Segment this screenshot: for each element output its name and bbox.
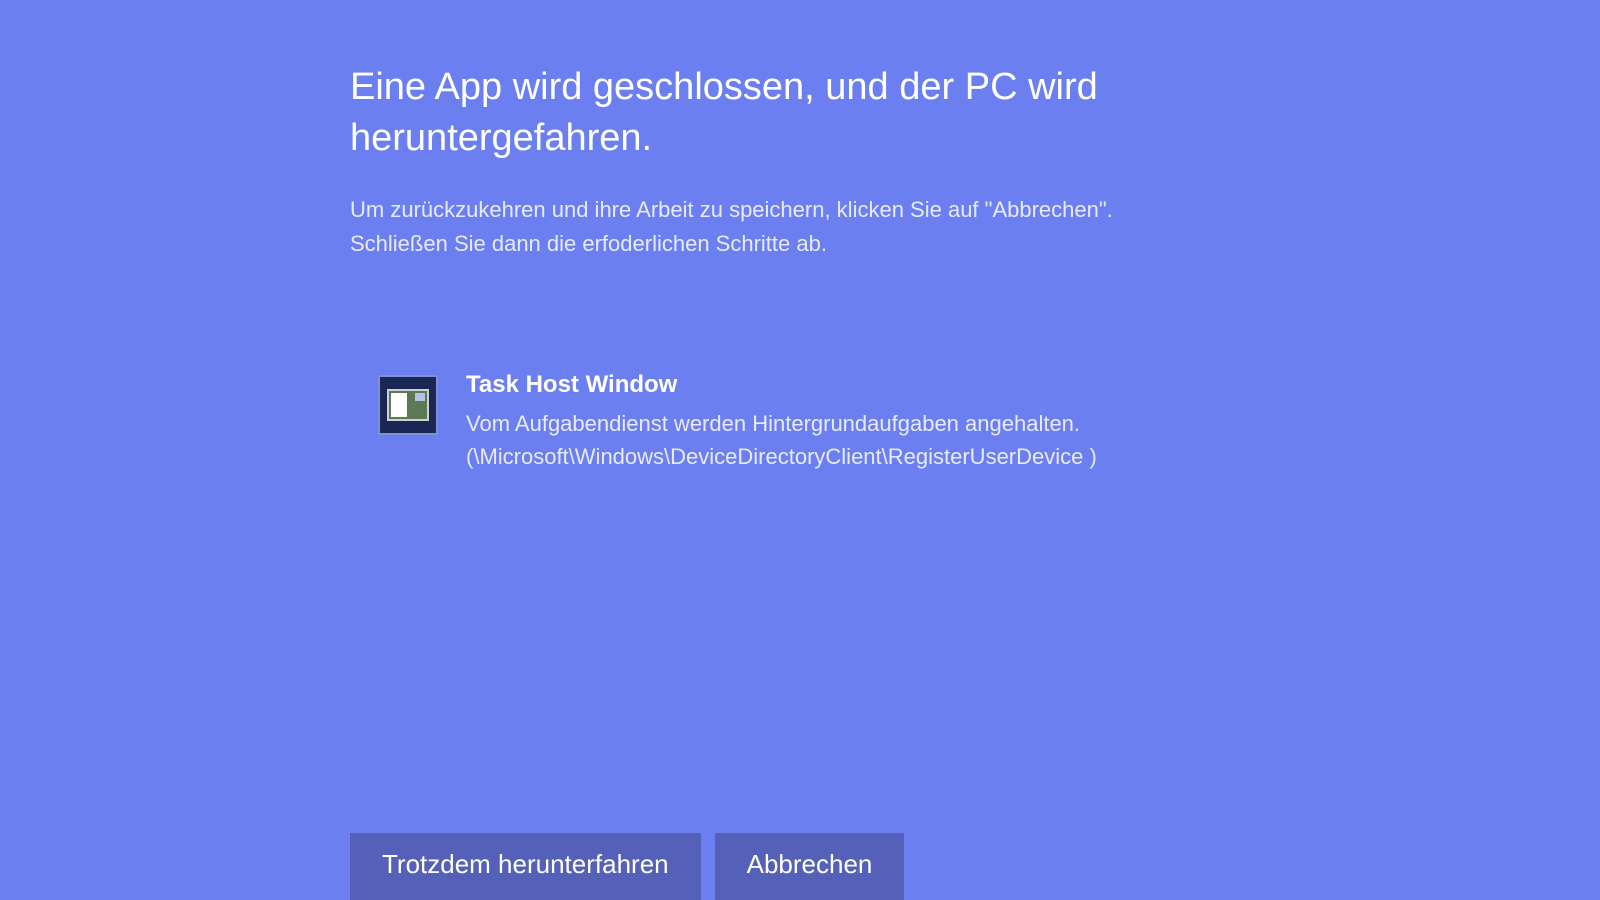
app-description: Vom Aufgabendienst werden Hintergrundauf…	[466, 407, 1500, 440]
cancel-button[interactable]: Abbrechen	[715, 833, 905, 900]
shutdown-dialog: Eine App wird geschlossen, und der PC wi…	[0, 0, 1600, 473]
blocking-apps-list: Task Host Window Vom Aufgabendienst werd…	[350, 371, 1500, 473]
app-name: Task Host Window	[466, 371, 1500, 399]
dialog-instruction: Um zurückzukehren und ihre Arbeit zu spe…	[350, 193, 1300, 261]
dialog-heading: Eine App wird geschlossen, und der PC wi…	[350, 62, 1250, 165]
app-text-block: Task Host Window Vom Aufgabendienst werd…	[466, 371, 1500, 473]
task-host-window-icon	[378, 375, 438, 435]
app-task-path: (\Microsoft\Windows\DeviceDirectoryClien…	[466, 440, 1500, 473]
blocking-app-item: Task Host Window Vom Aufgabendienst werd…	[350, 371, 1500, 473]
action-button-bar: Trotzdem herunterfahren Abbrechen	[350, 833, 904, 900]
instruction-line-1: Um zurückzukehren und ihre Arbeit zu spe…	[350, 193, 1300, 227]
force-shutdown-button[interactable]: Trotzdem herunterfahren	[350, 833, 701, 900]
instruction-line-2: Schließen Sie dann die erfoderlichen Sch…	[350, 227, 1300, 261]
